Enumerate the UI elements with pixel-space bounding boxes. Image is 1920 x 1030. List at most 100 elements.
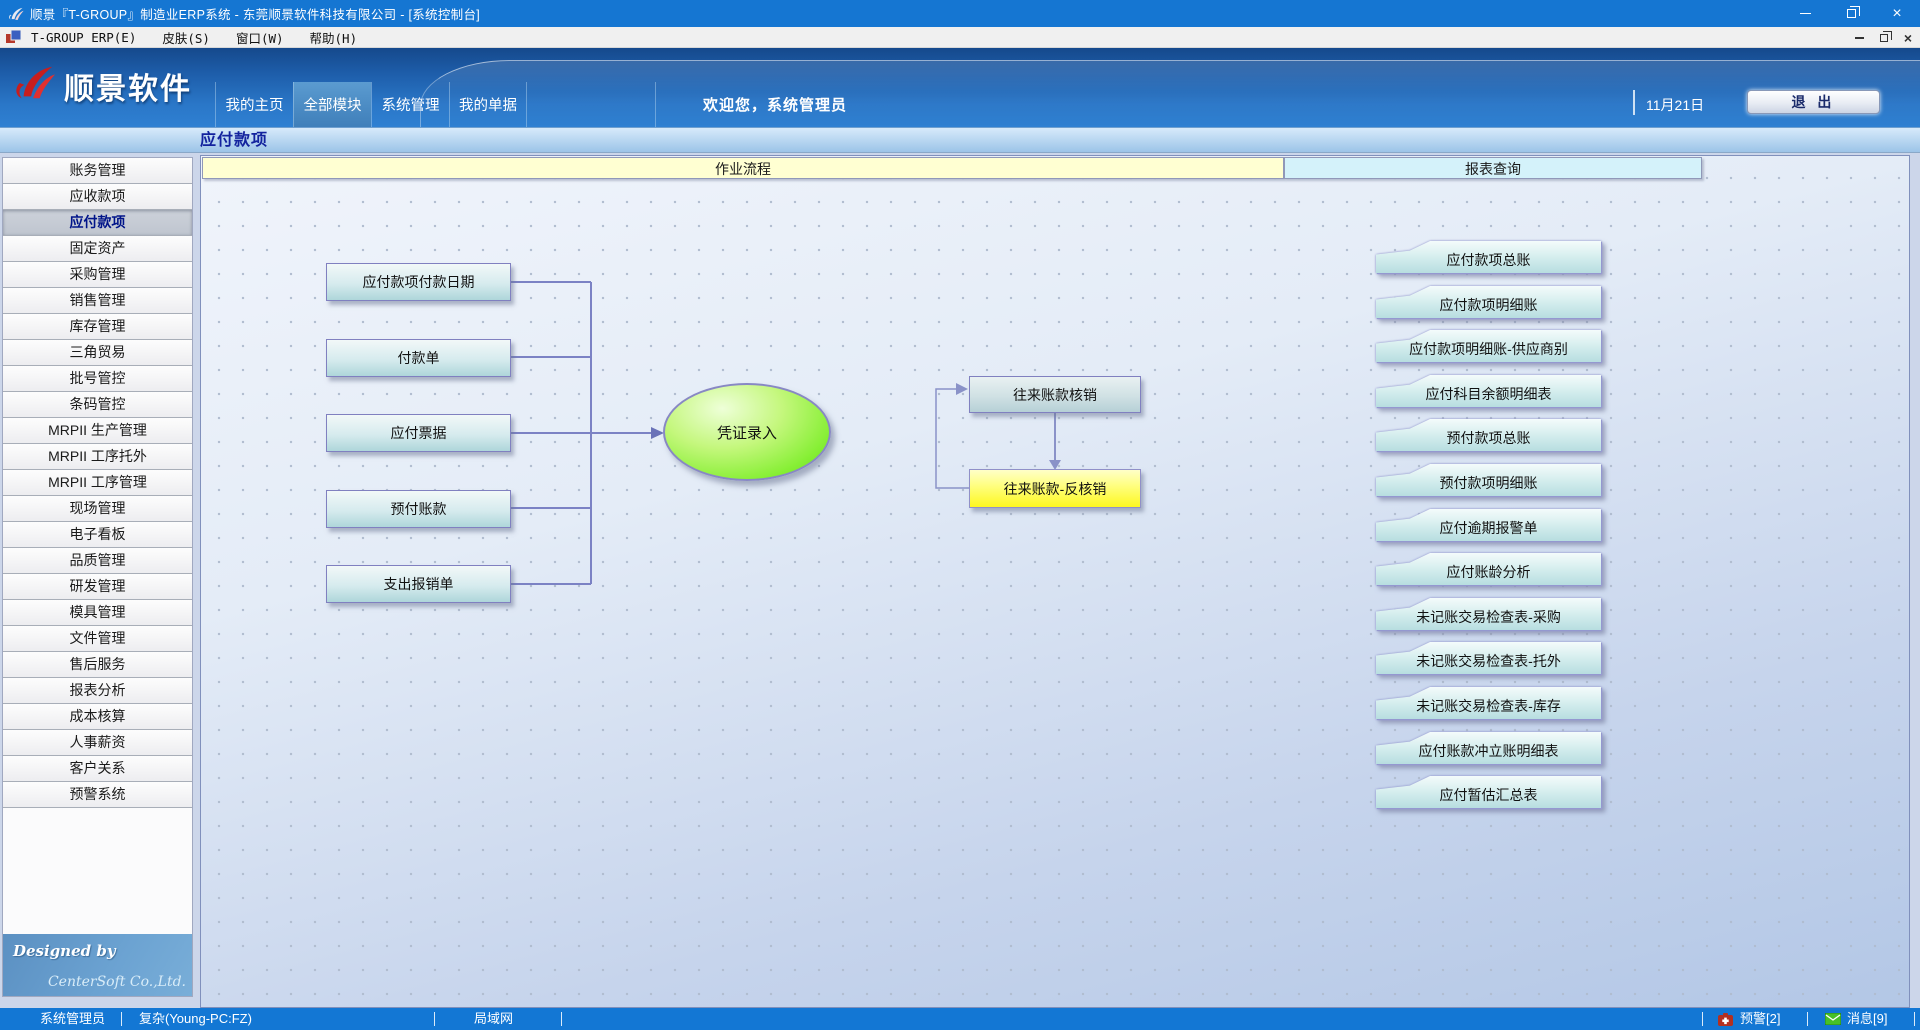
report-button-3[interactable]: 应付科目余额明细表 [1376,375,1601,407]
mdi-child-icon [6,30,21,44]
sidebar-item-16[interactable]: 研发管理 [3,574,192,600]
sidebar-item-17[interactable]: 模具管理 [3,600,192,626]
status-alerts[interactable]: 预警[2] [1740,1008,1780,1030]
logout-button[interactable]: 退 出 [1747,90,1880,114]
tab-separator [655,82,656,127]
menu-item-1[interactable]: 皮肤(S) [162,28,210,47]
flow-source-4[interactable]: 支出报销单 [326,565,511,603]
report-button-0[interactable]: 应付款项总账 [1376,241,1601,273]
report-button-label-11: 应付账款冲立账明细表 [1376,732,1601,764]
sidebar-item-24[interactable]: 预警系统 [3,782,192,808]
report-button-label-7: 应付账龄分析 [1376,553,1601,585]
flow-node-unverify[interactable]: 往来账款-反核销 [969,469,1141,508]
status-separator [121,1012,122,1026]
sidebar-item-22[interactable]: 人事薪资 [3,730,192,756]
mdi-restore-icon[interactable] [1880,34,1888,42]
status-machine: 复杂(Young-PC:FZ) [139,1008,252,1030]
menubar-items: T-GROUP ERP(E) 皮肤(S) 窗口(W) 帮助(H) [31,28,383,47]
report-button-2[interactable]: 应付款项明细账-供应商别 [1376,330,1601,362]
page-title: 应付款项 [200,128,268,153]
nav-tab-2[interactable]: 系统管理 [371,82,449,127]
report-button-label-8: 未记账交易检查表-采购 [1376,598,1601,630]
sidebar-item-20[interactable]: 报表分析 [3,678,192,704]
sidebar-item-18[interactable]: 文件管理 [3,626,192,652]
report-button-7[interactable]: 应付账龄分析 [1376,553,1601,585]
sidebar-item-23[interactable]: 客户关系 [3,756,192,782]
menu-bar: T-GROUP ERP(E) 皮肤(S) 窗口(W) 帮助(H) × [0,27,1920,48]
status-messages[interactable]: 消息[9] [1847,1008,1887,1030]
mdi-close-icon[interactable]: × [1904,31,1912,45]
status-separator [1807,1012,1808,1026]
nav-tab-3[interactable]: 我的单据 [449,82,527,127]
report-button-11[interactable]: 应付账款冲立账明细表 [1376,732,1601,764]
sidebar-item-0[interactable]: 账务管理 [3,158,192,184]
alert-icon [1718,1013,1733,1026]
app-logo-icon [8,6,24,22]
sidebar-item-3[interactable]: 固定资产 [3,236,192,262]
sidebar-item-4[interactable]: 采购管理 [3,262,192,288]
header-banner: 顺景软件 我的主页全部模块系统管理我的单据 欢迎您，系统管理员 11月21日 退… [0,48,1920,127]
sidebar-item-15[interactable]: 品质管理 [3,548,192,574]
nav-tabs: 我的主页全部模块系统管理我的单据 [215,82,527,127]
flow-source-1[interactable]: 付款单 [326,339,511,377]
report-button-6[interactable]: 应付逾期报警单 [1376,509,1601,541]
report-button-4[interactable]: 预付款项总账 [1376,419,1601,451]
restore-icon[interactable] [1828,0,1874,27]
sidebar-item-13[interactable]: 现场管理 [3,496,192,522]
report-button-label-2: 应付款项明细账-供应商别 [1376,330,1601,362]
minimize-icon[interactable] [1782,0,1828,27]
report-button-label-4: 预付款项总账 [1376,419,1601,451]
flow-source-0[interactable]: 应付款项付款日期 [326,263,511,301]
menu-item-0[interactable]: T-GROUP ERP(E) [31,30,136,45]
menu-item-3[interactable]: 帮助(H) [310,28,358,47]
sidebar-item-9[interactable]: 条码管控 [3,392,192,418]
sidebar-item-5[interactable]: 销售管理 [3,288,192,314]
window-title: 顺景『T-GROUP』制造业ERP系统 - 东莞顺景软件科技有限公司 - [系统… [30,4,480,23]
sidebar-item-19[interactable]: 售后服务 [3,652,192,678]
designed-by-text: Designed by [13,942,116,960]
sidebar-item-21[interactable]: 成本核算 [3,704,192,730]
report-button-9[interactable]: 未记账交易检查表-托外 [1376,642,1601,674]
sidebar-item-12[interactable]: MRPII 工序管理 [3,470,192,496]
flow-node-voucher-entry[interactable]: 凭证录入 [663,383,831,481]
close-icon[interactable]: × [1874,0,1920,27]
designed-by-panel: Designed by CenterSoft Co.,Ltd. [3,934,192,996]
brand-logo: 顺景软件 [14,62,192,109]
report-button-label-3: 应付科目余额明细表 [1376,375,1601,407]
report-button-10[interactable]: 未记账交易检查表-库存 [1376,687,1601,719]
sidebar-item-1[interactable]: 应收款项 [3,184,192,210]
mdi-minimize-icon[interactable] [1855,37,1864,39]
menu-item-2[interactable]: 窗口(W) [236,28,284,47]
report-button-label-9: 未记账交易检查表-托外 [1376,642,1601,674]
sidebar-item-2[interactable]: 应付款项 [3,210,192,236]
report-button-5[interactable]: 预付款项明细账 [1376,464,1601,496]
page-title-bar: 应付款项 [0,127,1920,153]
sidebar-item-11[interactable]: MRPII 工序托外 [3,444,192,470]
report-button-1[interactable]: 应付款项明细账 [1376,286,1601,318]
flow-source-2[interactable]: 应付票据 [326,414,511,452]
status-bar: 系统管理员 复杂(Young-PC:FZ) 局域网 预警[2] 消息[9] [0,1008,1920,1030]
brand-logo-icon [14,62,56,109]
date-separator [1633,90,1635,115]
welcome-text: 欢迎您，系统管理员 [703,82,847,127]
current-date: 11月21日 [1646,82,1704,127]
sidebar-item-7[interactable]: 三角贸易 [3,340,192,366]
report-button-12[interactable]: 应付暂估汇总表 [1376,776,1601,808]
status-separator [1914,1012,1915,1026]
sidebar-item-14[interactable]: 电子看板 [3,522,192,548]
nav-tab-0[interactable]: 我的主页 [215,82,293,127]
report-button-label-10: 未记账交易检查表-库存 [1376,687,1601,719]
report-button-label-6: 应付逾期报警单 [1376,509,1601,541]
nav-tab-1[interactable]: 全部模块 [293,82,371,127]
status-separator [561,1012,562,1026]
status-separator [1702,1012,1703,1026]
title-bar: 顺景『T-GROUP』制造业ERP系统 - 东莞顺景软件科技有限公司 - [系统… [0,0,1920,27]
sidebar-item-6[interactable]: 库存管理 [3,314,192,340]
report-button-label-0: 应付款项总账 [1376,241,1601,273]
sidebar-item-8[interactable]: 批号管控 [3,366,192,392]
flow-node-verify[interactable]: 往来账款核销 [969,376,1141,413]
report-button-8[interactable]: 未记账交易检查表-采购 [1376,598,1601,630]
flow-source-3[interactable]: 预付账款 [326,490,511,528]
report-button-label-1: 应付款项明细账 [1376,286,1601,318]
sidebar-item-10[interactable]: MRPII 生产管理 [3,418,192,444]
